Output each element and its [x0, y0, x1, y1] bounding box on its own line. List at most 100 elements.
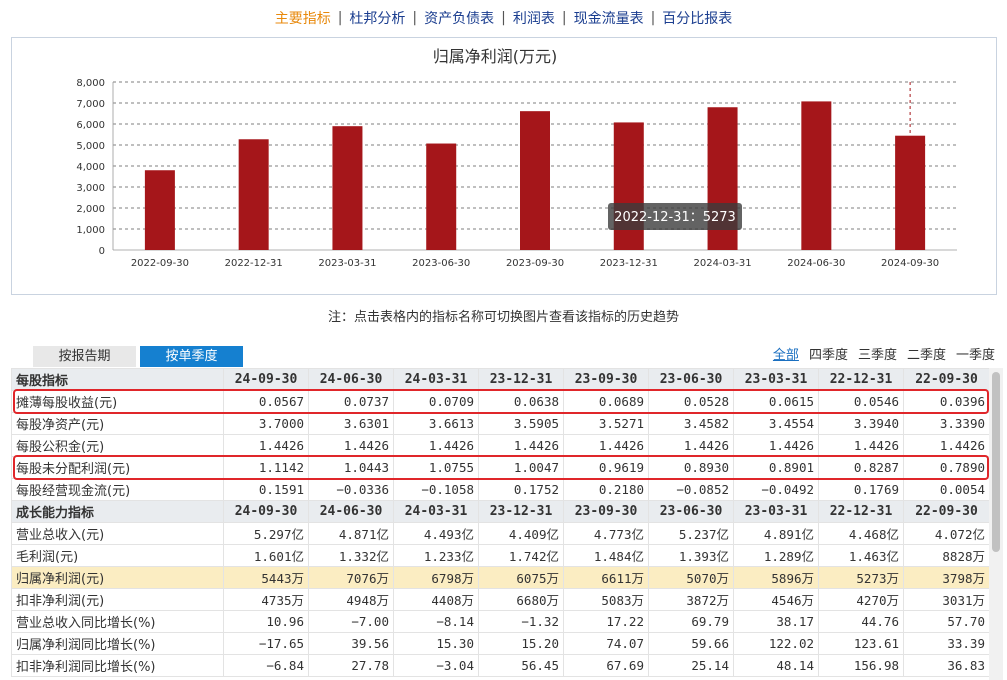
indicator-value: 0.2180 [563, 478, 649, 501]
period-filter-2[interactable]: 三季度 [858, 344, 897, 363]
indicator-value: 15.30 [393, 632, 479, 655]
period-header: 24-03-31 [393, 500, 479, 523]
indicator-value: 1.4426 [393, 434, 479, 457]
tab-by-single-quarter[interactable]: 按单季度 [140, 346, 243, 367]
indicator-name[interactable]: 摊薄每股收益(元) [11, 390, 224, 413]
indicator-value: 3798万 [903, 566, 989, 589]
y-tick-label: 7,000 [76, 99, 105, 110]
y-tick-label: 6,000 [76, 120, 105, 131]
period-header: 22-09-30 [903, 368, 989, 391]
financial-indicator-table-wrap: 每股指标 24-09-30 24-06-30 24-03-31 23-12-31 23-0… [11, 368, 989, 680]
x-tick-label: 2023-03-31 [318, 258, 376, 269]
section-header-row: 每股指标 24-09-30 24-06-30 24-03-31 23-12-31 23-0… [11, 368, 989, 391]
indicator-value: −0.1058 [393, 478, 479, 501]
indicator-value: 0.0528 [648, 390, 734, 413]
indicator-name[interactable]: 扣非净利润同比增长(%) [11, 654, 224, 677]
indicator-value: −7.00 [308, 610, 394, 633]
indicator-name[interactable]: 营业总收入同比增长(%) [11, 610, 224, 633]
x-tick-label: 2024-09-30 [881, 258, 939, 269]
indicator-value: 0.0567 [223, 390, 309, 413]
chart-title: 归属净利润(万元) [433, 47, 558, 66]
indicator-value: 0.7890 [903, 456, 989, 479]
x-tick-label: 2023-06-30 [412, 258, 470, 269]
period-filter-4[interactable]: 一季度 [956, 344, 995, 363]
indicator-value: 4735万 [223, 588, 309, 611]
bar[interactable] [332, 126, 363, 250]
indicator-value: 25.14 [648, 654, 734, 677]
indicator-value: 0.8901 [733, 456, 819, 479]
indicator-value: −1.32 [478, 610, 564, 633]
indicator-value: 3.5271 [563, 412, 649, 435]
x-tick-label: 2024-06-30 [787, 258, 845, 269]
bar[interactable] [426, 143, 457, 250]
period-header: 23-06-30 [648, 368, 734, 391]
indicator-value: 4546万 [733, 588, 819, 611]
indicator-name[interactable]: 归属净利润(元) [11, 566, 224, 589]
bar[interactable] [238, 139, 269, 250]
period-header: 24-09-30 [223, 500, 309, 523]
indicator-value: 0.8287 [818, 456, 904, 479]
indicator-value: −8.14 [393, 610, 479, 633]
indicator-value: 8828万 [903, 544, 989, 567]
indicator-name[interactable]: 营业总收入(元) [11, 522, 224, 545]
period-filter-3[interactable]: 二季度 [907, 344, 946, 363]
indicator-value: 6798万 [393, 566, 479, 589]
table-row: 每股经营现金流(元) 0.1591 −0.0336 −0.1058 0.1752 0.21… [11, 478, 989, 501]
bar[interactable] [895, 135, 926, 250]
indicator-value: 3.3940 [818, 412, 904, 435]
table-row: 归属净利润(元) 5443万 7076万 6798万 6075万 6611万 5070万 58… [11, 566, 989, 589]
indicator-value: 0.0615 [733, 390, 819, 413]
indicator-value: 1.233亿 [393, 544, 479, 567]
indicator-value: 0.1769 [818, 478, 904, 501]
indicator-value: 0.0689 [563, 390, 649, 413]
nav-link-0[interactable]: 主要指标 [268, 8, 338, 28]
indicator-name[interactable]: 每股公积金(元) [11, 434, 224, 457]
indicator-value: −3.04 [393, 654, 479, 677]
indicator-name[interactable]: 每股未分配利润(元) [11, 456, 224, 479]
indicator-name[interactable]: 毛利润(元) [11, 544, 224, 567]
indicator-value: 15.20 [478, 632, 564, 655]
indicator-value: 0.0638 [478, 390, 564, 413]
period-header: 22-12-31 [818, 500, 904, 523]
net-profit-bar-chart[interactable]: 归属净利润(万元) 0 1,000 2,000 3,000 4,000 5,000 6,000… [12, 38, 996, 294]
x-tick-label: 2023-09-30 [506, 258, 564, 269]
indicator-value: 0.9619 [563, 456, 649, 479]
indicator-value: 6680万 [478, 588, 564, 611]
indicator-value: 1.1142 [223, 456, 309, 479]
indicator-value: 1.289亿 [733, 544, 819, 567]
table-scrollbar[interactable] [989, 368, 1003, 680]
indicator-name[interactable]: 每股经营现金流(元) [11, 478, 224, 501]
indicator-value: 4270万 [818, 588, 904, 611]
indicator-value: 1.601亿 [223, 544, 309, 567]
indicator-value: 6611万 [563, 566, 649, 589]
nav-link-3[interactable]: 利润表 [506, 8, 562, 28]
period-header: 22-09-30 [903, 500, 989, 523]
nav-link-5[interactable]: 百分比报表 [655, 8, 739, 28]
period-header: 23-12-31 [478, 368, 564, 391]
nav-link-2[interactable]: 资产负债表 [417, 8, 501, 28]
report-type-tabs: 按报告期 按单季度 [33, 346, 247, 367]
indicator-name[interactable]: 每股净资产(元) [11, 412, 224, 435]
scrollbar-thumb[interactable] [992, 372, 1000, 552]
tab-by-report-period[interactable]: 按报告期 [33, 346, 136, 367]
indicator-value: 3.4554 [733, 412, 819, 435]
indicator-value: 0.0546 [818, 390, 904, 413]
indicator-value: 0.0709 [393, 390, 479, 413]
indicator-value: 0.0396 [903, 390, 989, 413]
nav-link-4[interactable]: 现金流量表 [567, 8, 651, 28]
indicator-value: −17.65 [223, 632, 309, 655]
indicator-name[interactable]: 扣非净利润(元) [11, 588, 224, 611]
indicator-name[interactable]: 归属净利润同比增长(%) [11, 632, 224, 655]
bar[interactable] [520, 111, 550, 250]
table-row: 摊薄每股收益(元) 0.0567 0.0737 0.0709 0.0638 0.0689 0… [11, 390, 989, 413]
period-filter-0[interactable]: 全部 [773, 344, 799, 363]
indicator-value: 1.4426 [818, 434, 904, 457]
bar[interactable] [144, 170, 175, 250]
nav-link-1[interactable]: 杜邦分析 [342, 8, 412, 28]
bar[interactable] [613, 122, 644, 250]
indicator-value: 69.79 [648, 610, 734, 633]
bar[interactable] [801, 101, 832, 251]
indicator-value: 1.4426 [648, 434, 734, 457]
period-filter-1[interactable]: 四季度 [809, 344, 848, 363]
indicator-value: 6075万 [478, 566, 564, 589]
